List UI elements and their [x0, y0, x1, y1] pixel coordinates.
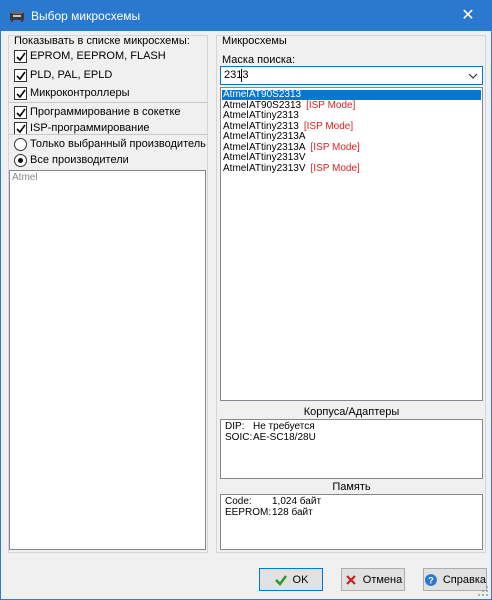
packages-title: Корпуса/Адаптеры: [303, 406, 400, 418]
memory-box: Code: 1,024 байт EEPROM:128 байт: [220, 494, 483, 550]
chip-list-item[interactable]: AtmelAT90S2313: [222, 90, 481, 100]
svg-text:?: ?: [428, 575, 433, 585]
chip-select-dialog: Выбор микросхемы ✕ Показывать в списке м…: [0, 0, 492, 600]
chevron-down-icon[interactable]: [467, 70, 479, 82]
chk-eprom[interactable]: EPROM, EEPROM, FLASH: [14, 48, 166, 64]
chip-vendor: Atmel: [223, 89, 249, 100]
chk-socket-programming[interactable]: Программирование в сокетке: [14, 104, 181, 120]
chip-name: ATtiny2313A: [249, 141, 306, 153]
search-mask-combo[interactable]: 2313: [220, 66, 483, 85]
chk-pld[interactable]: PLD, PAL, EPLD: [14, 67, 112, 83]
divider: [9, 102, 207, 103]
memory-title: Память: [332, 481, 371, 493]
chip-vendor: Atmel: [223, 131, 249, 142]
chip-list-item[interactable]: AtmelATtiny2313: [222, 111, 299, 121]
help-icon: ?: [424, 573, 437, 586]
isp-mode-tag: [ISP Mode]: [310, 141, 360, 153]
close-icon: ✕: [461, 7, 475, 24]
radio-all-vendors[interactable]: Все производители: [14, 152, 129, 168]
divider: [9, 134, 207, 135]
window-title: Выбор микросхемы: [31, 9, 141, 23]
chip-list-item[interactable]: AtmelATtiny2313A: [222, 132, 306, 142]
close-button[interactable]: ✕: [445, 1, 491, 31]
memory-row: EEPROM:128 байт: [225, 507, 313, 518]
chips-label: Микросхемы: [222, 35, 287, 47]
vendor-item[interactable]: Atmel: [12, 172, 38, 183]
cancel-icon: [345, 574, 356, 585]
chip-name: ATtiny2313: [249, 110, 299, 121]
chip-name: ATtiny2313V: [249, 162, 306, 174]
text-caret: [241, 69, 242, 82]
chip-name: AT90S2313: [249, 89, 302, 100]
chip-vendor: Atmel: [223, 110, 249, 121]
chip-name: ATtiny2313A: [249, 131, 306, 142]
resize-grip-icon[interactable]: [477, 585, 489, 597]
chip-list-item[interactable]: AtmelATtiny2313V [ISP Mode]: [222, 162, 360, 174]
show-in-list-label: Показывать в списке микросхемы:: [14, 35, 190, 47]
memory-row: Code: 1,024 байт: [225, 496, 322, 507]
chip-list-item[interactable]: AtmelATtiny2313A [ISP Mode]: [222, 141, 360, 153]
radio-selected-vendor[interactable]: Только выбранный производитель: [14, 136, 206, 152]
title-bar[interactable]: Выбор микросхемы ✕: [1, 1, 491, 31]
isp-mode-tag: [ISP Mode]: [306, 99, 356, 111]
chip-name: ATtiny2313V: [249, 152, 306, 163]
isp-mode-tag: [ISP Mode]: [310, 162, 360, 174]
chip-vendor: Atmel: [223, 120, 249, 132]
chip-list-item[interactable]: AtmelATtiny2313V: [222, 153, 306, 163]
chip-name: AT90S2313: [249, 99, 302, 111]
chip-list-item[interactable]: AtmelAT90S2313 [ISP Mode]: [222, 99, 356, 111]
package-row: SOIC:AE-SC18/28U: [225, 432, 316, 443]
packages-box: DIP: Не требуется SOIC:AE-SC18/28U: [220, 419, 483, 479]
chip-name: ATtiny2313: [249, 120, 299, 132]
chip-vendor: Atmel: [223, 162, 249, 174]
vendor-list[interactable]: Atmel: [9, 170, 206, 550]
isp-mode-tag: [ISP Mode]: [303, 120, 354, 132]
chip-vendor: Atmel: [223, 152, 249, 163]
search-mask-value: 2313: [224, 69, 249, 81]
chip-vendor: Atmel: [223, 99, 249, 111]
search-mask-label: Маска поиска:: [222, 54, 296, 66]
chk-microcontrollers[interactable]: Микроконтроллеры: [14, 85, 130, 101]
chip-list[interactable]: AtmelAT90S2313 AtmelAT90S2313 [ISP Mode] At…: [220, 87, 483, 401]
checkmark-icon: [274, 574, 287, 586]
cancel-button[interactable]: Отмена: [341, 568, 405, 591]
chip-vendor: Atmel: [223, 141, 249, 153]
chip-list-item[interactable]: AtmelATtiny2313 [ISP Mode]: [222, 120, 354, 132]
package-row: DIP: Не требуется: [225, 421, 315, 432]
ok-button[interactable]: OK: [259, 568, 323, 591]
programmer-icon: [10, 11, 24, 22]
